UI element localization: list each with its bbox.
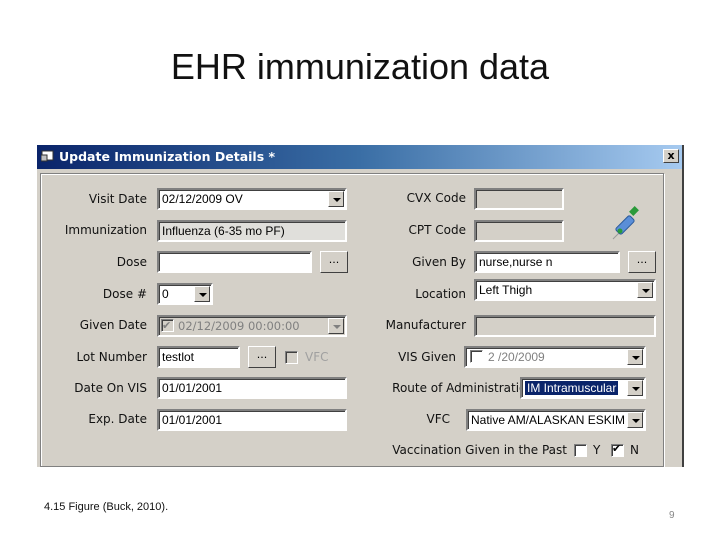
chevron-down-icon[interactable] — [194, 286, 210, 302]
vis-given-checkbox[interactable] — [470, 350, 483, 363]
given-by-field[interactable]: nurse,nurse n — [474, 251, 620, 273]
exp-date-label: Exp. Date — [88, 412, 147, 426]
vaccination-past-label: Vaccination Given in the Past — [392, 443, 567, 457]
dialog-titlebar[interactable]: Update Immunization Details * x — [37, 145, 682, 169]
given-by-browse-button[interactable]: ... — [628, 251, 656, 273]
given-date-checkbox — [161, 317, 174, 335]
route-label: Route of Administration — [392, 381, 534, 395]
vis-given-label: VIS Given — [398, 350, 456, 364]
vis-given-picker[interactable]: 2 /20/2009 — [464, 346, 646, 368]
chevron-down-icon — [328, 318, 344, 334]
vfc-checkbox-label: VFC — [305, 350, 329, 364]
visit-date-select[interactable]: 02/12/2009 OV — [157, 188, 347, 210]
vfc-select[interactable]: Native AM/ALASKAN ESKIM — [466, 409, 646, 431]
location-label: Location — [415, 287, 466, 301]
slide-title: EHR immunization data — [170, 46, 550, 87]
dose-number-select[interactable]: 0 — [157, 283, 213, 305]
dose-browse-button[interactable]: ... — [320, 251, 348, 273]
lot-number-browse-button[interactable]: ... — [248, 346, 276, 368]
location-value: Left Thigh — [479, 283, 533, 297]
vfc-value: Native AM/ALASKAN ESKIM — [471, 413, 626, 427]
visit-date-value: 02/12/2009 OV — [162, 192, 243, 206]
manufacturer-field — [474, 315, 656, 337]
dialog-title: Update Immunization Details * — [59, 149, 276, 164]
vis-given-value: 2 /20/2009 — [488, 350, 545, 364]
immunization-field[interactable]: Influenza (6-35 mo PF) — [157, 220, 347, 242]
cvx-code-label: CVX Code — [406, 191, 466, 205]
dose-number-label: Dose # — [102, 287, 147, 301]
chevron-down-icon[interactable] — [627, 380, 643, 396]
vaccination-past-yes-checkbox[interactable] — [574, 444, 587, 457]
vaccination-past-no-checkbox[interactable] — [611, 442, 624, 457]
update-immunization-dialog: Update Immunization Details * x Visit Da… — [37, 145, 684, 467]
given-date-picker: 02/12/2009 00:00:00 — [157, 315, 347, 337]
figure-caption: 4.15 Figure (Buck, 2010). — [44, 501, 169, 513]
given-by-label: Given By — [412, 255, 466, 269]
cpt-code-label: CPT Code — [408, 223, 466, 237]
route-select[interactable]: IM Intramuscular — [520, 377, 646, 399]
date-on-vis-field[interactable]: 01/01/2001 — [157, 377, 347, 399]
given-date-label: Given Date — [79, 318, 147, 332]
cvx-code-field — [474, 188, 564, 210]
vaccination-past-yes-label: Y — [593, 443, 601, 457]
close-button[interactable]: x — [663, 149, 679, 163]
vfc-checkbox[interactable] — [285, 351, 298, 364]
route-value: IM Intramuscular — [525, 381, 619, 395]
visit-date-label: Visit Date — [88, 192, 147, 206]
chevron-down-icon[interactable] — [627, 349, 643, 365]
lot-number-label: Lot Number — [76, 350, 147, 364]
dose-number-value: 0 — [162, 287, 169, 301]
exp-date-field[interactable]: 01/01/2001 — [157, 409, 347, 431]
vfc-label: VFC — [426, 412, 451, 426]
date-on-vis-label: Date On VIS — [74, 381, 147, 395]
dose-field[interactable] — [157, 251, 312, 273]
immunization-label: Immunization — [64, 223, 147, 237]
chevron-down-icon[interactable] — [627, 412, 643, 428]
chevron-down-icon[interactable] — [637, 282, 653, 298]
form-icon — [41, 150, 54, 162]
dose-label: Dose — [116, 255, 147, 269]
page-number: 9 — [669, 510, 675, 521]
cpt-code-field — [474, 220, 564, 242]
location-select[interactable]: Left Thigh — [474, 279, 656, 301]
given-date-value: 02/12/2009 00:00:00 — [178, 319, 300, 333]
chevron-down-icon[interactable] — [328, 191, 344, 207]
manufacturer-label: Manufacturer — [385, 318, 466, 332]
lot-number-field[interactable]: testlot — [157, 346, 240, 368]
vaccination-past-no-label: N — [630, 443, 639, 457]
syringe-icon — [612, 206, 639, 240]
